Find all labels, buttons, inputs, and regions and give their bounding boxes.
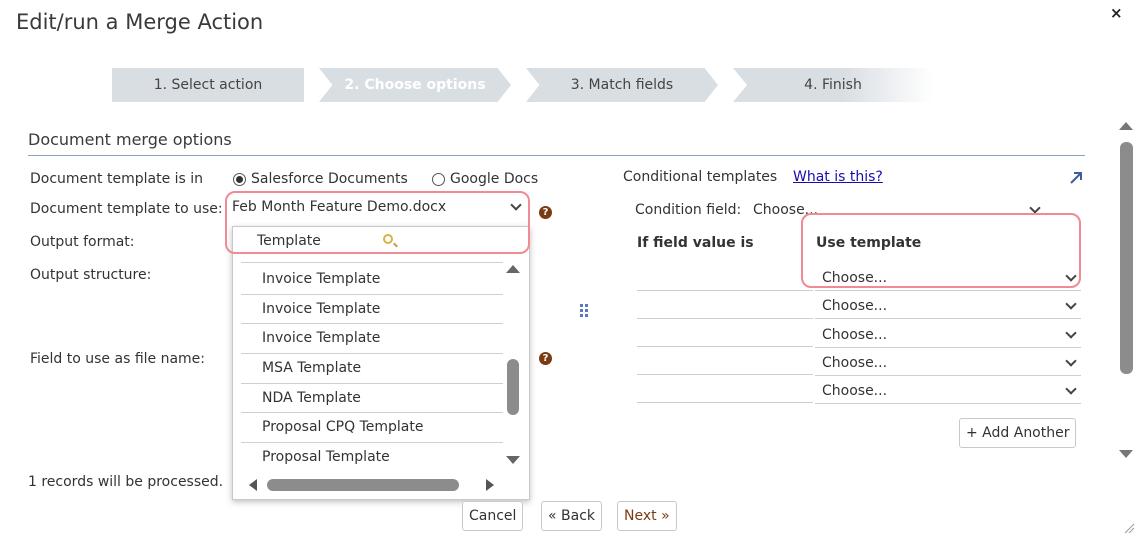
radio-google-docs[interactable]: Google Docs <box>432 171 538 187</box>
dropdown-item[interactable]: Proposal Template <box>241 443 503 473</box>
dropdown-horizontal-scrollbar[interactable] <box>267 479 459 491</box>
radio-unselected-icon <box>432 172 445 186</box>
dialog-title: Edit/run a Merge Action <box>16 10 264 34</box>
drag-handle-icon[interactable] <box>580 304 588 318</box>
help-icon[interactable]: ? <box>539 206 552 219</box>
radio-selected-icon <box>233 172 246 186</box>
scroll-down-icon[interactable] <box>1119 450 1133 458</box>
use-template-select[interactable]: Choose... <box>815 293 1081 319</box>
next-button[interactable]: Next » <box>617 501 677 531</box>
template-to-use-label: Document template to use: <box>30 201 223 217</box>
output-format-label: Output format: <box>30 234 135 250</box>
scroll-left-icon[interactable] <box>249 479 257 491</box>
dropdown-partial-item <box>241 255 503 263</box>
dropdown-list: Invoice Template Invoice Template Invoic… <box>241 265 503 473</box>
chevron-down-icon <box>1065 383 1077 395</box>
annotation-highlight <box>801 213 1081 288</box>
step-choose-options: 2. Choose options <box>319 68 511 102</box>
annotation-highlight <box>225 191 530 254</box>
condition-value-input[interactable] <box>637 321 813 347</box>
use-template-select[interactable]: Choose... <box>815 350 1081 376</box>
scroll-up-icon[interactable] <box>1119 122 1133 130</box>
back-button[interactable]: « Back <box>541 501 603 531</box>
output-structure-label: Output structure: <box>30 267 152 283</box>
add-another-button[interactable]: + Add Another <box>959 418 1077 448</box>
radio-salesforce-documents[interactable]: Salesforce Documents <box>233 171 408 187</box>
dropdown-vertical-scrollbar[interactable] <box>507 359 519 415</box>
condition-value-input[interactable] <box>637 377 813 403</box>
chevron-down-icon <box>1065 327 1077 339</box>
radio-salesforce-label: Salesforce Documents <box>251 171 408 187</box>
help-icon[interactable]: ? <box>539 352 552 365</box>
template-dropdown[interactable]: Template Invoice Template Invoice Templa… <box>232 226 530 500</box>
template-location-label: Document template is in <box>30 171 204 187</box>
if-field-value-header: If field value is <box>637 235 754 251</box>
resize-handle-icon[interactable] <box>1123 522 1135 534</box>
dropdown-item[interactable]: NDA Template <box>241 384 503 414</box>
scroll-down-icon[interactable] <box>506 456 520 464</box>
section-divider <box>28 155 1085 156</box>
use-template-select[interactable]: Choose... <box>815 322 1081 348</box>
condition-value-input[interactable] <box>637 349 813 375</box>
expand-arrow-icon[interactable] <box>1068 170 1084 186</box>
main-vertical-scrollbar[interactable] <box>1120 142 1133 374</box>
step-match-fields: 3. Match fields <box>526 68 718 102</box>
close-icon[interactable]: × <box>1110 4 1123 22</box>
dropdown-item[interactable]: Proposal CPQ Template <box>241 413 503 444</box>
dropdown-item[interactable]: MSA Template <box>241 354 503 384</box>
radio-google-label: Google Docs <box>450 171 539 187</box>
dropdown-item[interactable]: Invoice Template <box>241 265 503 295</box>
step-finish: 4. Finish <box>733 68 933 102</box>
use-template-select[interactable]: Choose... <box>815 378 1081 404</box>
step-select-action: 1. Select action <box>112 68 304 102</box>
conditional-templates-label: Conditional templates <box>623 169 778 185</box>
use-template-value: Choose... <box>822 298 888 314</box>
chevron-down-icon <box>1029 202 1041 214</box>
use-template-value: Choose... <box>822 355 888 371</box>
scroll-right-icon[interactable] <box>486 479 494 491</box>
what-is-this-link[interactable]: What is this? <box>793 169 883 185</box>
dropdown-item[interactable]: Invoice Template <box>241 295 503 325</box>
records-note: 1 records will be processed. <box>28 474 224 490</box>
condition-field-label: Condition field: <box>635 202 742 218</box>
dropdown-item[interactable]: Invoice Template <box>241 324 503 355</box>
chevron-down-icon <box>1065 355 1077 367</box>
file-name-label: Field to use as file name: <box>30 351 206 367</box>
section-title: Document merge options <box>28 130 232 149</box>
cancel-button[interactable]: Cancel <box>462 501 524 531</box>
scroll-up-icon[interactable] <box>506 265 520 273</box>
use-template-value: Choose... <box>822 327 888 343</box>
chevron-down-icon <box>1065 298 1077 310</box>
use-template-value: Choose... <box>822 383 888 399</box>
condition-value-input[interactable] <box>637 265 813 291</box>
wizard-steps: 1. Select action 2. Choose options 3. Ma… <box>112 68 933 102</box>
condition-value-input[interactable] <box>637 293 813 319</box>
